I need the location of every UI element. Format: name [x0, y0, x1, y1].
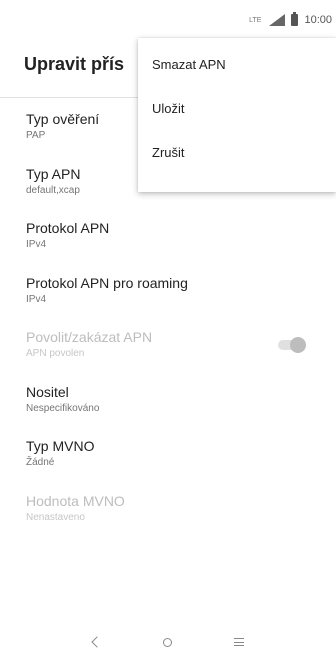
network-type-label: LTE: [249, 16, 262, 24]
pref-mvno-type[interactable]: Typ MVNO Žádné: [0, 427, 336, 482]
pref-summary: Nenastaveno: [26, 511, 85, 523]
apn-enable-toggle: [278, 337, 306, 353]
overflow-menu: Smazat APN Uložit Zrušit: [138, 38, 336, 192]
menu-item-cancel[interactable]: Zrušit: [138, 130, 336, 174]
pref-title: Hodnota MVNO: [26, 492, 125, 509]
toggle-thumb: [290, 337, 306, 353]
signal-icon: [267, 14, 286, 26]
battery-icon: [291, 12, 299, 26]
pref-title: Typ MVNO: [26, 438, 95, 454]
pref-apn-enable: Povolit/zakázat APN APN povolen: [0, 318, 336, 373]
pref-summary: IPv4: [26, 293, 47, 305]
page-title: Upravit přís: [24, 54, 125, 74]
pref-title: Protokol APN: [26, 220, 110, 236]
pref-mvno-value: Hodnota MVNO Nenastaveno: [0, 482, 336, 537]
status-icons: LTE 10:00: [249, 12, 332, 26]
pref-summary: IPv4: [26, 239, 47, 250]
pref-bearer[interactable]: Nositel Nespecifikováno: [0, 373, 336, 428]
recents-icon[interactable]: [233, 638, 244, 646]
clock: 10:00: [304, 14, 332, 26]
navigation-bar: [0, 627, 336, 657]
pref-apn-protocol[interactable]: Protokol APN IPv4: [0, 209, 336, 264]
pref-summary: Žádné: [26, 457, 55, 468]
pref-summary: Nespecifikováno: [26, 402, 100, 414]
menu-item-save[interactable]: Uložit: [138, 86, 336, 130]
home-icon[interactable]: [162, 637, 172, 647]
pref-title: Protokol APN pro roaming: [26, 274, 188, 291]
back-icon[interactable]: [90, 636, 103, 648]
status-bar: LTE 10:00: [0, 0, 336, 40]
pref-title: Nositel: [26, 383, 69, 400]
menu-item-delete-apn[interactable]: Smazat APN: [138, 42, 336, 86]
pref-apn-roaming-protocol[interactable]: Protokol APN pro roaming IPv4: [0, 264, 336, 319]
